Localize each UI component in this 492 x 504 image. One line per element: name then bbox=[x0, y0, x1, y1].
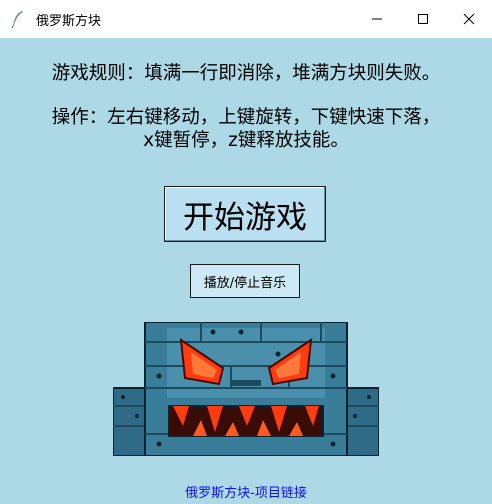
close-icon bbox=[463, 13, 475, 25]
maximize-button[interactable] bbox=[400, 0, 446, 38]
window-title: 俄罗斯方块 bbox=[36, 14, 102, 29]
start-game-button[interactable]: 开始游戏 bbox=[164, 186, 326, 242]
rules-text: 游戏规则：填满一行即消除，堆满方块则失败。 bbox=[51, 63, 441, 84]
controls-text: 操作：左右键移动，上键旋转，下键快速下落， bbox=[51, 107, 441, 128]
main-content: 游戏规则：填满一行即消除，堆满方块则失败。 操作：左右键移动，上键旋转，下键快速… bbox=[0, 38, 492, 504]
minimize-icon bbox=[372, 18, 382, 20]
toggle-music-button[interactable]: 播放/停止音乐 bbox=[190, 264, 300, 298]
minimize-button[interactable] bbox=[354, 0, 400, 38]
project-link[interactable]: 俄罗斯方块-项目链接 bbox=[0, 482, 492, 501]
monster-block-image bbox=[113, 322, 379, 456]
feather-icon bbox=[11, 11, 23, 28]
title-bar: 俄罗斯方块 bbox=[0, 0, 492, 38]
controls-text-2: x键暂停，z键释放技能。 bbox=[143, 130, 349, 151]
close-button[interactable] bbox=[446, 0, 492, 38]
maximize-icon bbox=[418, 14, 428, 24]
